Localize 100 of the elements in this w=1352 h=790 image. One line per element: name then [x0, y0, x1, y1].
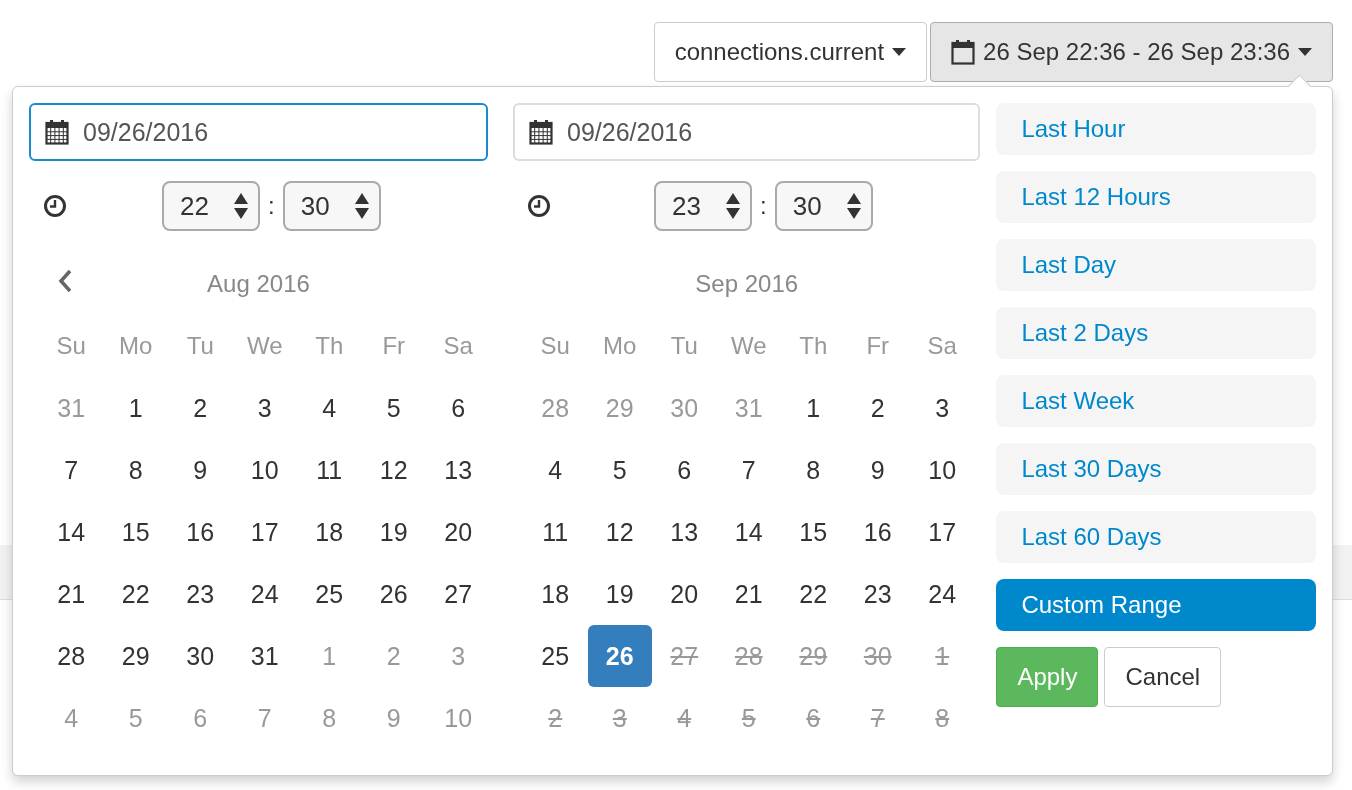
hour-select[interactable]: 22 [162, 181, 260, 231]
day-cell[interactable]: 21 [716, 563, 781, 625]
metric-dropdown-button[interactable]: connections.current [653, 22, 928, 82]
range-option[interactable]: Custom Range [996, 579, 1316, 631]
day-cell[interactable]: 7 [716, 439, 781, 501]
day-cell[interactable]: 13 [652, 501, 717, 563]
time-separator: : [760, 192, 767, 220]
day-cell[interactable]: 7 [39, 439, 104, 501]
day-cell[interactable]: 13 [426, 439, 491, 501]
month-title: Aug 2016 [207, 270, 310, 298]
day-cell[interactable]: 25 [297, 563, 362, 625]
date-input-field[interactable]: 09/26/2016 [29, 103, 488, 161]
day-cell[interactable]: 17 [232, 501, 297, 563]
day-cell[interactable]: 25 [523, 625, 588, 687]
day-cell-text: 30 [862, 640, 893, 672]
day-cell[interactable]: 31 [232, 625, 297, 687]
day-cell[interactable]: 17 [910, 501, 975, 563]
day-cell[interactable]: 2 [845, 377, 910, 439]
weekday-label: Sa [926, 331, 958, 361]
day-cell[interactable]: 20 [426, 501, 491, 563]
day-cell[interactable]: 4 [297, 377, 362, 439]
day-cell[interactable]: 30 [168, 625, 233, 687]
day-cell[interactable]: 27 [426, 563, 491, 625]
weekday-label: Tu [669, 331, 699, 361]
day-cell[interactable]: 2 [168, 377, 233, 439]
day-cell[interactable]: 14 [716, 501, 781, 563]
day-cell[interactable]: 5 [361, 377, 426, 439]
day-cell-text: 27 [669, 640, 700, 672]
day-cell[interactable]: 22 [103, 563, 168, 625]
day-cell[interactable]: 11 [297, 439, 362, 501]
day-cell-text: 3 [611, 702, 628, 734]
day-cell[interactable]: 4 [523, 439, 588, 501]
weekday-label: Mo [118, 331, 154, 361]
day-cell[interactable]: 15 [781, 501, 846, 563]
range-option[interactable]: Last 60 Days [996, 511, 1316, 563]
weekday-label: Fr [381, 331, 407, 361]
day-cell[interactable]: 18 [297, 501, 362, 563]
day-cell-text: 6 [805, 702, 822, 734]
range-option[interactable]: Last 2 Days [996, 307, 1316, 359]
minute-select[interactable]: 30 [282, 181, 381, 231]
day-cell[interactable]: 16 [168, 501, 233, 563]
day-cell[interactable]: 26 [361, 563, 426, 625]
month-title: Sep 2016 [695, 270, 799, 298]
range-option[interactable]: Last 30 Days [996, 443, 1316, 495]
day-cell[interactable]: 1 [781, 377, 846, 439]
day-cell[interactable]: 12 [587, 501, 652, 563]
cancel-button[interactable]: Cancel [1104, 647, 1222, 707]
day-cell-text: 7 [869, 702, 886, 734]
day-cell[interactable]: 6 [426, 377, 491, 439]
weekday-label: Su [539, 331, 571, 361]
day-cell[interactable]: 24 [232, 563, 297, 625]
day-cell[interactable]: 10 [232, 439, 297, 501]
calendar-icon [529, 119, 553, 145]
range-option[interactable]: Last 12 Hours [996, 171, 1316, 223]
day-cell-text: 8 [934, 702, 951, 734]
date-range-button[interactable]: 26 Sep 22:36 - 26 Sep 23:36 [930, 22, 1333, 82]
day-cell[interactable]: 19 [587, 563, 652, 625]
weekday-label: Su [55, 331, 87, 361]
weekday-label: Th [314, 331, 345, 361]
day-cell[interactable]: 1 [103, 377, 168, 439]
minute-select[interactable]: 30 [774, 181, 873, 231]
day-cell[interactable]: 20 [652, 563, 717, 625]
weekday-label: We [245, 331, 284, 361]
range-option[interactable]: Last Day [996, 239, 1316, 291]
day-cell[interactable]: 8 [781, 439, 846, 501]
weekday-label: Th [798, 331, 829, 361]
hour-select[interactable]: 23 [654, 181, 752, 231]
day-cell[interactable]: 23 [168, 563, 233, 625]
day-cell[interactable]: 15 [103, 501, 168, 563]
day-cell[interactable]: 23 [845, 563, 910, 625]
day-cell[interactable]: 18 [523, 563, 588, 625]
day-cell[interactable]: 10 [910, 439, 975, 501]
spinner-icon [234, 193, 248, 219]
range-option[interactable]: Last Week [996, 375, 1316, 427]
day-cell[interactable]: 16 [845, 501, 910, 563]
date-input-field[interactable]: 09/26/2016 [513, 103, 981, 161]
day-cell[interactable]: 26 [587, 625, 652, 687]
day-cell[interactable]: 3 [910, 377, 975, 439]
day-cell[interactable]: 5 [587, 439, 652, 501]
day-cell[interactable]: 21 [39, 563, 104, 625]
day-cell[interactable]: 24 [910, 563, 975, 625]
day-cell[interactable]: 28 [39, 625, 104, 687]
day-cell[interactable]: 22 [781, 563, 846, 625]
day-cell[interactable]: 19 [361, 501, 426, 563]
previous-month-button[interactable] [57, 269, 73, 293]
day-cell[interactable]: 9 [168, 439, 233, 501]
weekday-label: We [729, 331, 768, 361]
day-cell[interactable]: 29 [103, 625, 168, 687]
day-cell[interactable]: 14 [39, 501, 104, 563]
day-cell-text: 4 [676, 702, 693, 734]
day-cell[interactable]: 6 [652, 439, 717, 501]
day-cell[interactable]: 11 [523, 501, 588, 563]
range-option[interactable]: Last Hour [996, 103, 1316, 155]
day-cell[interactable]: 9 [845, 439, 910, 501]
day-cell[interactable]: 3 [232, 377, 297, 439]
day-cell[interactable]: 12 [361, 439, 426, 501]
day-cell[interactable]: 8 [103, 439, 168, 501]
spinner-icon [354, 193, 369, 219]
day-cell-text: 1 [934, 640, 951, 672]
spinner-icon [846, 193, 861, 219]
